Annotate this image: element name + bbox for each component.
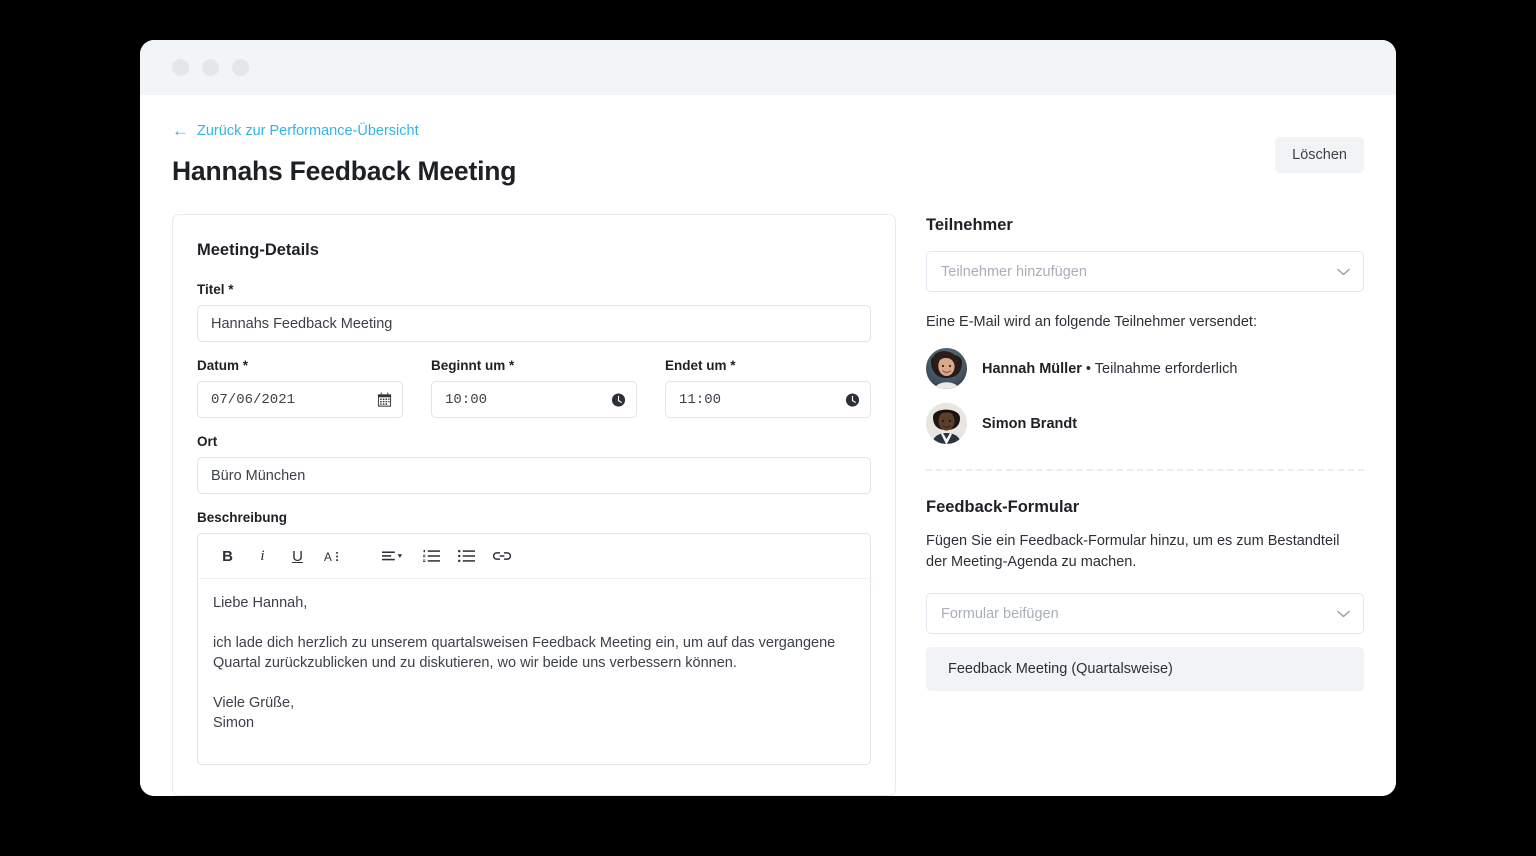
back-link[interactable]: ← Zurück zur Performance-Übersicht: [172, 121, 419, 140]
meeting-details-card: Meeting-Details Titel * Datum *: [172, 214, 896, 796]
attendee-name: Simon Brandt: [982, 415, 1078, 432]
content-grid: Meeting-Details Titel * Datum *: [172, 214, 1364, 796]
page-header: ← Zurück zur Performance-Übersicht Hanna…: [172, 121, 1364, 187]
header-left: ← Zurück zur Performance-Übersicht Hanna…: [172, 121, 517, 187]
titel-label: Titel *: [197, 282, 234, 297]
feedback-form-description: Fügen Sie ein Feedback-Formular hinzu, u…: [926, 533, 1340, 571]
description-text[interactable]: Liebe Hannah, ich lade dich herzlich zu …: [198, 579, 870, 764]
delete-button[interactable]: Löschen: [1275, 137, 1364, 173]
avatar: [926, 348, 967, 389]
link-icon[interactable]: [486, 541, 517, 572]
add-attendee-select[interactable]: Teilnehmer hinzufügen: [926, 251, 1364, 292]
beginnt-label: Beginnt um *: [431, 358, 515, 373]
beginnt-input-wrap: [431, 381, 637, 418]
field-beginnt: Beginnt um *: [431, 358, 637, 418]
field-endet: Endet um *: [665, 358, 871, 418]
avatar: [926, 403, 967, 444]
chevron-down-icon: [1337, 610, 1350, 618]
italic-icon[interactable]: i: [247, 541, 278, 572]
datum-label: Datum *: [197, 358, 249, 373]
beginnt-input[interactable]: [431, 381, 637, 418]
ort-label: Ort: [197, 434, 218, 449]
description-editor: B i U A Liebe Hannah, ich lade dich herz…: [197, 533, 871, 765]
attendees-title: Teilnehmer: [926, 216, 1013, 234]
titel-input[interactable]: [197, 305, 871, 342]
section-divider: [926, 469, 1364, 471]
list-item: Hannah Müller • Teilnahme erforderlich: [926, 348, 1364, 389]
underline-icon[interactable]: U: [282, 541, 313, 572]
close-dot[interactable]: [172, 59, 189, 76]
selected-form-item[interactable]: Feedback Meeting (Quartalsweise): [926, 647, 1364, 692]
datum-input-wrap: [197, 381, 403, 418]
back-link-label: Zurück zur Performance-Übersicht: [197, 123, 419, 140]
bullet-list-icon[interactable]: [451, 541, 482, 572]
bold-icon[interactable]: B: [212, 541, 243, 572]
endet-input-wrap: [665, 381, 871, 418]
add-attendee-placeholder: Teilnehmer hinzufügen: [941, 263, 1087, 280]
endet-input[interactable]: [665, 381, 871, 418]
svg-text:A: A: [324, 551, 332, 564]
attendee-label: Hannah Müller • Teilnahme erforderlich: [982, 361, 1237, 377]
email-note: Eine E-Mail wird an folgende Teilnehmer …: [926, 314, 1257, 330]
attendee-status: Teilnahme erforderlich: [1094, 360, 1238, 377]
minimize-dot[interactable]: [202, 59, 219, 76]
attach-form-select[interactable]: Formular beifügen: [926, 593, 1364, 635]
datetime-row: Datum * 07/06/2021 Beginnt um * 10:00 En…: [197, 358, 871, 418]
endet-label: Endet um *: [665, 358, 736, 373]
maximize-dot[interactable]: [232, 59, 249, 76]
ordered-list-icon[interactable]: [416, 541, 447, 572]
chevron-down-icon: [1337, 268, 1350, 276]
align-icon[interactable]: [374, 541, 412, 572]
field-ort: Ort: [197, 434, 871, 494]
page-body: ← Zurück zur Performance-Übersicht Hanna…: [140, 95, 1396, 796]
field-datum: Datum *: [197, 358, 403, 418]
editor-toolbar: B i U A: [198, 534, 870, 579]
page-title: Hannahs Feedback Meeting: [172, 156, 517, 186]
card-title: Meeting-Details: [197, 241, 319, 259]
feedback-form-title: Feedback-Formular: [926, 498, 1080, 516]
list-item: Simon Brandt: [926, 403, 1364, 444]
browser-titlebar: [140, 40, 1396, 95]
arrow-left-icon: ←: [172, 121, 189, 140]
datum-input[interactable]: [197, 381, 403, 418]
beschreibung-label: Beschreibung: [197, 510, 288, 525]
text-style-icon[interactable]: A: [317, 541, 348, 572]
attendee-label: Simon Brandt: [982, 416, 1077, 432]
sidebar: Teilnehmer Teilnehmer hinzufügen Eine E-…: [926, 214, 1364, 796]
field-titel: Titel *: [197, 282, 871, 342]
attendee-name: Hannah Müller: [982, 360, 1082, 377]
attendee-separator: •: [1081, 360, 1095, 377]
attach-form-placeholder: Formular beifügen: [941, 605, 1059, 622]
ort-input[interactable]: [197, 457, 871, 494]
browser-window: ← Zurück zur Performance-Übersicht Hanna…: [140, 40, 1396, 796]
